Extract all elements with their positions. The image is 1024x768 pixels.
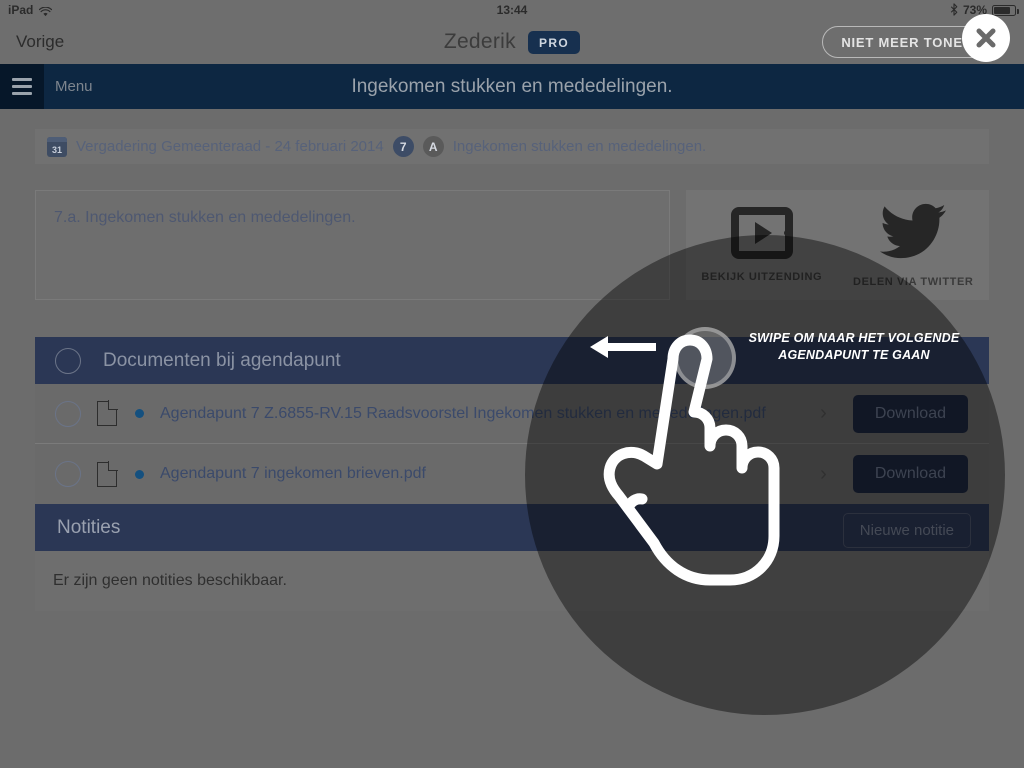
breadcrumb-item-letter: A — [422, 136, 444, 157]
media-actions-panel: BEKIJK UITZENDING DELEN VIA TWITTER — [686, 190, 989, 300]
description-panel: 7.a. Ingekomen stukken en mededelingen. — [35, 190, 670, 300]
watch-broadcast-label: BEKIJK UITZENDING — [701, 271, 823, 283]
app-title: Zederik — [443, 30, 516, 53]
status-bar: iPad 13:44 73% — [0, 0, 1024, 20]
status-bar-clock: 13:44 — [496, 3, 528, 17]
chevron-right-icon[interactable]: › — [820, 463, 827, 486]
new-note-button[interactable]: Nieuwe notitie — [842, 513, 971, 548]
notes-empty-text: Er zijn geen notities beschikbaar. — [53, 572, 287, 589]
unread-dot-icon — [135, 469, 144, 479]
download-button[interactable]: Download — [852, 455, 968, 493]
close-icon[interactable] — [962, 14, 1010, 62]
description-text: 7.a. Ingekomen stukken en mededelingen. — [54, 209, 356, 226]
file-icon — [97, 400, 118, 426]
notes-section-header: Notities Nieuwe notitie — [35, 504, 989, 551]
notes-body: Er zijn geen notities beschikbaar. — [35, 551, 989, 611]
twitter-bird-icon — [880, 203, 947, 264]
bluetooth-icon — [950, 2, 958, 18]
content-area: 31 Vergadering Gemeenteraad - 24 februar… — [0, 109, 1024, 646]
select-all-documents-checkbox[interactable] — [55, 347, 81, 374]
hand-pointer-icon — [598, 318, 798, 590]
document-select-checkbox[interactable] — [55, 461, 81, 487]
documents-section-title: Documenten bij agendapunt — [103, 349, 341, 371]
chevron-right-icon[interactable]: › — [820, 402, 827, 425]
download-button[interactable]: Download — [852, 394, 968, 433]
notes-section-title: Notities — [57, 516, 121, 538]
battery-icon — [992, 4, 1019, 16]
table-row[interactable]: Agendapunt 7 Z.6855-RV.15 Raadsvoorstel … — [35, 384, 989, 444]
file-icon — [97, 460, 118, 487]
app-layer: iPad 13:44 73% Vorige Zederik PRO Menu I… — [0, 0, 1024, 768]
watch-broadcast-button[interactable]: BEKIJK UITZENDING — [697, 207, 827, 283]
screen-root: iPad 13:44 73% Vorige Zederik PRO Menu I… — [0, 0, 1024, 768]
table-row[interactable]: Agendapunt 7 ingekomen brieven.pdf › Dow… — [35, 444, 989, 504]
share-twitter-label: DELEN VIA TWITTER — [853, 275, 974, 288]
calendar-icon: 31 — [47, 136, 67, 157]
share-twitter-button[interactable]: DELEN VIA TWITTER — [848, 203, 978, 288]
pro-badge: PRO — [527, 30, 581, 54]
breadcrumb: 31 Vergadering Gemeenteraad - 24 februar… — [35, 129, 989, 164]
breadcrumb-item-number: 7 — [392, 136, 414, 157]
document-select-checkbox[interactable] — [55, 400, 81, 427]
breadcrumb-meeting[interactable]: Vergadering Gemeenteraad - 24 februari 2… — [76, 138, 384, 155]
breadcrumb-item-title: Ingekomen stukken en mededelingen. — [452, 138, 707, 155]
tv-play-icon — [730, 207, 793, 259]
menu-bar: Menu Ingekomen stukken en mededelingen. — [0, 64, 1024, 109]
unread-dot-icon — [135, 409, 144, 418]
page-title: Ingekomen stukken en mededelingen. — [351, 76, 673, 97]
